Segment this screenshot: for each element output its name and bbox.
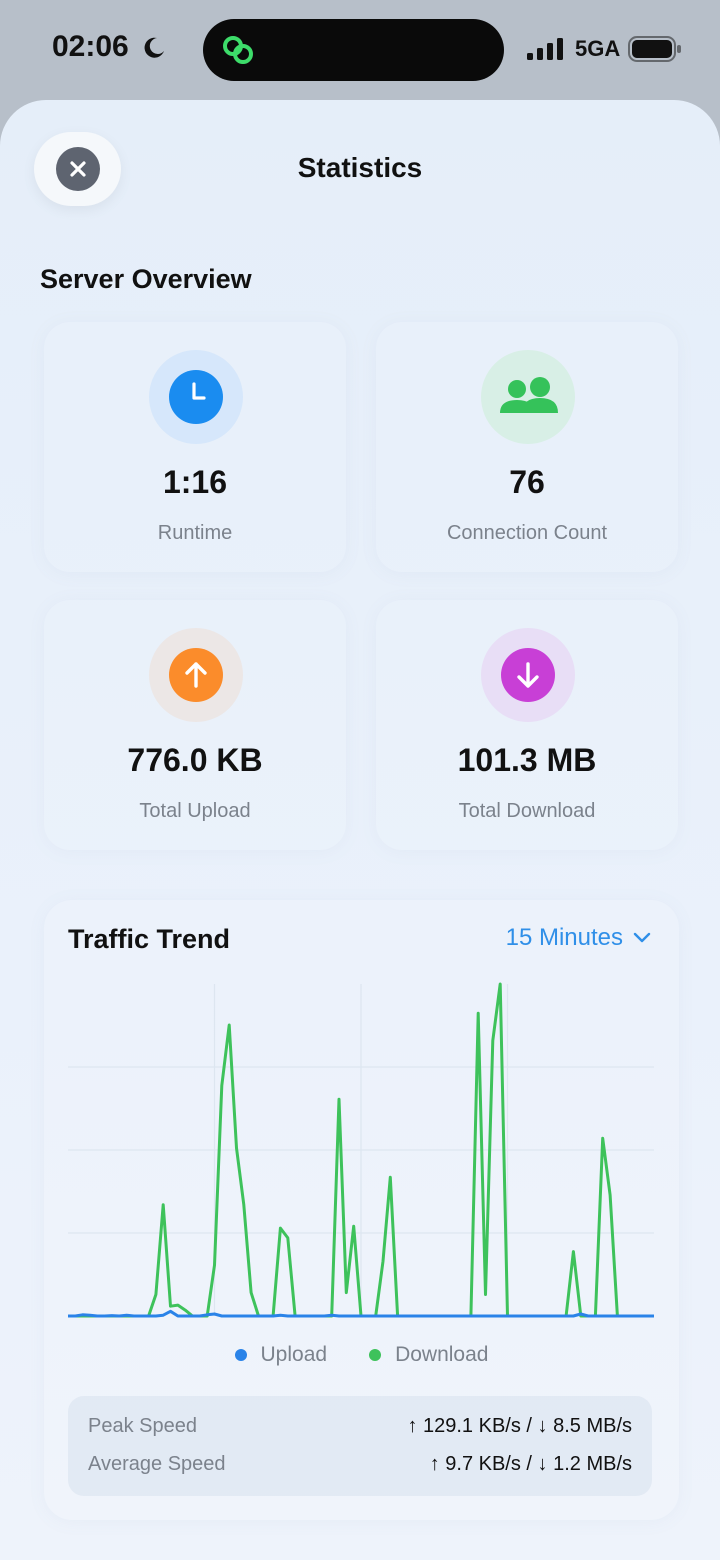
arrow-down-icon <box>501 648 555 702</box>
connection-icon-ring <box>481 350 575 444</box>
runtime-icon-ring <box>149 350 243 444</box>
statistics-sheet: Statistics Server Overview 1:16 Runtime … <box>0 100 720 1560</box>
legend-download-label: Download <box>395 1343 489 1366</box>
battery-icon <box>628 36 681 62</box>
traffic-chart <box>68 982 654 1318</box>
download-icon-ring <box>481 628 575 722</box>
runtime-label: Runtime <box>157 522 233 544</box>
status-bar: 02:06 5GA <box>0 0 720 100</box>
upload-icon-ring <box>149 628 243 722</box>
moon-icon <box>144 37 164 58</box>
average-speed-row: Average Speed ↑ 9.7 KB/s / ↓ 1.2 MB/s <box>88 1449 632 1479</box>
download-legend-dot <box>369 1349 382 1361</box>
connection-count-label: Connection Count <box>446 522 608 544</box>
status-time: 02:06 <box>52 30 129 63</box>
upload-legend-dot <box>234 1349 247 1361</box>
dynamic-island <box>203 19 504 81</box>
connection-count-card: 76 Connection Count <box>376 322 678 572</box>
traffic-trend-card: Traffic Trend 15 Minutes Upload Download… <box>44 900 679 1520</box>
total-upload-label: Total Upload <box>139 800 251 822</box>
legend-download: Download <box>369 1343 488 1367</box>
people-icon <box>500 377 558 413</box>
total-upload-card: 776.0 KB Total Upload <box>44 600 346 850</box>
peak-speed-row: Peak Speed ↑ 129.1 KB/s / ↓ 8.5 MB/s <box>88 1411 632 1441</box>
network-type: 5GA <box>575 36 621 61</box>
total-download-card: 101.3 MB Total Download <box>376 600 678 850</box>
link-rings-icon <box>223 36 253 64</box>
runtime-value: 1:16 <box>162 464 228 500</box>
peak-speed-value: ↑ 129.1 KB/s / ↓ 8.5 MB/s <box>407 1414 632 1437</box>
page-title: Statistics <box>297 152 423 183</box>
legend-upload-label: Upload <box>260 1343 328 1366</box>
arrow-up-icon <box>169 648 223 702</box>
server-overview-title: Server Overview <box>40 264 252 294</box>
legend-upload: Upload <box>234 1343 328 1367</box>
total-download-label: Total Download <box>458 800 596 822</box>
runtime-card: 1:16 Runtime <box>44 322 346 572</box>
total-download-value: 101.3 MB <box>457 742 597 778</box>
average-speed-label: Average Speed <box>88 1452 226 1475</box>
signal-bars-icon <box>527 38 563 60</box>
total-upload-value: 776.0 KB <box>127 742 263 778</box>
chart-legend: Upload Download <box>44 1343 679 1367</box>
average-speed-value: ↑ 9.7 KB/s / ↓ 1.2 MB/s <box>429 1452 632 1475</box>
clock-icon <box>169 370 223 424</box>
speed-summary: Peak Speed ↑ 129.1 KB/s / ↓ 8.5 MB/s Ave… <box>68 1396 652 1496</box>
connection-count-value: 76 <box>509 464 545 500</box>
peak-speed-label: Peak Speed <box>88 1414 197 1437</box>
